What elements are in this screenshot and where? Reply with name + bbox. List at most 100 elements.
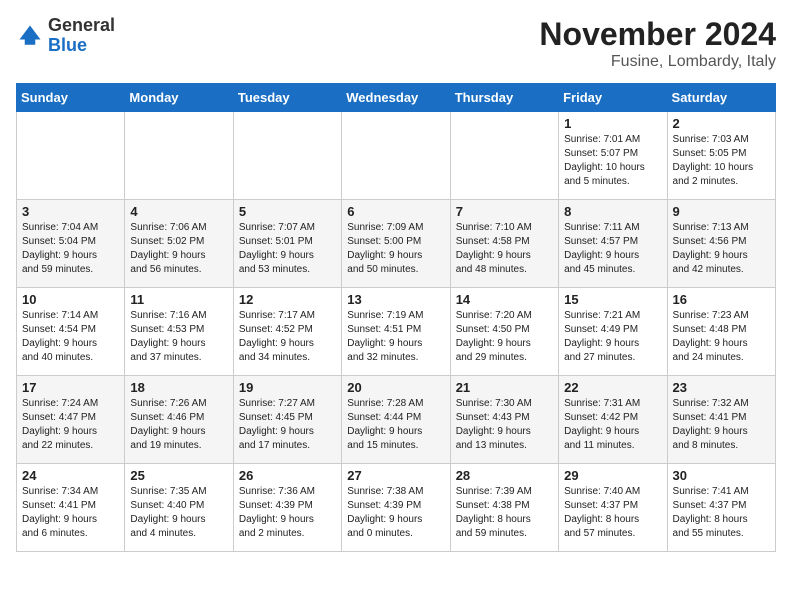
day-number: 6: [347, 204, 444, 219]
day-info: Sunrise: 7:03 AM Sunset: 5:05 PM Dayligh…: [673, 133, 770, 189]
logo-general-text: General: [48, 15, 115, 35]
title-block: November 2024 Fusine, Lombardy, Italy: [539, 16, 776, 71]
calendar-cell: 24 Sunrise: 7:34 AM Sunset: 4:41 PM Dayli…: [17, 464, 125, 552]
day-number: 24: [22, 468, 119, 483]
day-number: 30: [673, 468, 770, 483]
day-info: Sunrise: 7:10 AM Sunset: 4:58 PM Dayligh…: [456, 221, 553, 277]
calendar-cell: 2 Sunrise: 7:03 AM Sunset: 5:05 PM Daylig…: [667, 112, 775, 200]
day-info: Sunrise: 7:31 AM Sunset: 4:42 PM Dayligh…: [564, 397, 661, 453]
day-info: Sunrise: 7:11 AM Sunset: 4:57 PM Dayligh…: [564, 221, 661, 277]
day-number: 1: [564, 116, 661, 131]
day-info: Sunrise: 7:35 AM Sunset: 4:40 PM Dayligh…: [130, 485, 227, 541]
calendar-week-row: 1 Sunrise: 7:01 AM Sunset: 5:07 PM Daylig…: [17, 112, 776, 200]
calendar-cell: 17Sunrise: 7:24 AM Sunset: 4:47 PM Dayli…: [17, 376, 125, 464]
calendar-cell: 20 Sunrise: 7:28 AM Sunset: 4:44 PM Dayli…: [342, 376, 450, 464]
day-number: 9: [673, 204, 770, 219]
day-info: Sunrise: 7:36 AM Sunset: 4:39 PM Dayligh…: [239, 485, 336, 541]
month-title: November 2024: [539, 16, 776, 53]
calendar-cell: 23 Sunrise: 7:32 AM Sunset: 4:41 PM Dayli…: [667, 376, 775, 464]
calendar-cell: 18 Sunrise: 7:26 AM Sunset: 4:46 PM Dayli…: [125, 376, 233, 464]
calendar-cell: 8 Sunrise: 7:11 AM Sunset: 4:57 PM Daylig…: [559, 200, 667, 288]
day-number: 8: [564, 204, 661, 219]
calendar-cell: 16Sunrise: 7:23 AM Sunset: 4:48 PM Dayli…: [667, 288, 775, 376]
calendar-cell: 10Sunrise: 7:14 AM Sunset: 4:54 PM Dayli…: [17, 288, 125, 376]
day-number: 26: [239, 468, 336, 483]
day-number: 18: [130, 380, 227, 395]
day-info: Sunrise: 7:34 AM Sunset: 4:41 PM Dayligh…: [22, 485, 119, 541]
logo-icon: [16, 22, 44, 50]
day-info: Sunrise: 7:40 AM Sunset: 4:37 PM Dayligh…: [564, 485, 661, 541]
day-info: Sunrise: 7:28 AM Sunset: 4:44 PM Dayligh…: [347, 397, 444, 453]
calendar-cell: 14 Sunrise: 7:20 AM Sunset: 4:50 PM Dayli…: [450, 288, 558, 376]
day-info: Sunrise: 7:17 AM Sunset: 4:52 PM Dayligh…: [239, 309, 336, 365]
calendar-cell: 6 Sunrise: 7:09 AM Sunset: 5:00 PM Daylig…: [342, 200, 450, 288]
calendar-cell: 28Sunrise: 7:39 AM Sunset: 4:38 PM Dayli…: [450, 464, 558, 552]
calendar-cell: 1 Sunrise: 7:01 AM Sunset: 5:07 PM Daylig…: [559, 112, 667, 200]
day-number: 29: [564, 468, 661, 483]
day-info: Sunrise: 7:38 AM Sunset: 4:39 PM Dayligh…: [347, 485, 444, 541]
day-info: Sunrise: 7:32 AM Sunset: 4:41 PM Dayligh…: [673, 397, 770, 453]
day-info: Sunrise: 7:06 AM Sunset: 5:02 PM Dayligh…: [130, 221, 227, 277]
calendar-cell: 5Sunrise: 7:07 AM Sunset: 5:01 PM Daylig…: [233, 200, 341, 288]
calendar-week-row: 17Sunrise: 7:24 AM Sunset: 4:47 PM Dayli…: [17, 376, 776, 464]
day-number: 21: [456, 380, 553, 395]
day-number: 20: [347, 380, 444, 395]
weekday-header: Saturday: [667, 84, 775, 112]
weekday-header-row: SundayMondayTuesdayWednesdayThursdayFrid…: [17, 84, 776, 112]
day-info: Sunrise: 7:20 AM Sunset: 4:50 PM Dayligh…: [456, 309, 553, 365]
day-number: 22: [564, 380, 661, 395]
calendar-cell: 29 Sunrise: 7:40 AM Sunset: 4:37 PM Dayli…: [559, 464, 667, 552]
day-number: 23: [673, 380, 770, 395]
day-info: Sunrise: 7:26 AM Sunset: 4:46 PM Dayligh…: [130, 397, 227, 453]
day-number: 2: [673, 116, 770, 131]
calendar-table: SundayMondayTuesdayWednesdayThursdayFrid…: [16, 83, 776, 552]
calendar-week-row: 3 Sunrise: 7:04 AM Sunset: 5:04 PM Daylig…: [17, 200, 776, 288]
weekday-header: Friday: [559, 84, 667, 112]
day-number: 7: [456, 204, 553, 219]
logo-blue-text: Blue: [48, 35, 87, 55]
day-number: 4: [130, 204, 227, 219]
calendar-cell: [125, 112, 233, 200]
calendar-cell: 11 Sunrise: 7:16 AM Sunset: 4:53 PM Dayli…: [125, 288, 233, 376]
calendar-cell: 22 Sunrise: 7:31 AM Sunset: 4:42 PM Dayli…: [559, 376, 667, 464]
calendar-cell: 12Sunrise: 7:17 AM Sunset: 4:52 PM Dayli…: [233, 288, 341, 376]
day-number: 14: [456, 292, 553, 307]
day-number: 3: [22, 204, 119, 219]
day-info: Sunrise: 7:30 AM Sunset: 4:43 PM Dayligh…: [456, 397, 553, 453]
day-info: Sunrise: 7:16 AM Sunset: 4:53 PM Dayligh…: [130, 309, 227, 365]
day-number: 5: [239, 204, 336, 219]
calendar-cell: 3 Sunrise: 7:04 AM Sunset: 5:04 PM Daylig…: [17, 200, 125, 288]
day-number: 19: [239, 380, 336, 395]
weekday-header: Wednesday: [342, 84, 450, 112]
day-info: Sunrise: 7:01 AM Sunset: 5:07 PM Dayligh…: [564, 133, 661, 189]
day-info: Sunrise: 7:39 AM Sunset: 4:38 PM Dayligh…: [456, 485, 553, 541]
weekday-header: Tuesday: [233, 84, 341, 112]
calendar-cell: 7 Sunrise: 7:10 AM Sunset: 4:58 PM Daylig…: [450, 200, 558, 288]
calendar-cell: 21 Sunrise: 7:30 AM Sunset: 4:43 PM Dayli…: [450, 376, 558, 464]
day-number: 16: [673, 292, 770, 307]
calendar-cell: [233, 112, 341, 200]
day-info: Sunrise: 7:09 AM Sunset: 5:00 PM Dayligh…: [347, 221, 444, 277]
weekday-header: Sunday: [17, 84, 125, 112]
calendar-cell: 15Sunrise: 7:21 AM Sunset: 4:49 PM Dayli…: [559, 288, 667, 376]
calendar-cell: [342, 112, 450, 200]
calendar-week-row: 10Sunrise: 7:14 AM Sunset: 4:54 PM Dayli…: [17, 288, 776, 376]
day-number: 15: [564, 292, 661, 307]
weekday-header: Thursday: [450, 84, 558, 112]
calendar-cell: 26 Sunrise: 7:36 AM Sunset: 4:39 PM Dayli…: [233, 464, 341, 552]
day-info: Sunrise: 7:13 AM Sunset: 4:56 PM Dayligh…: [673, 221, 770, 277]
day-number: 25: [130, 468, 227, 483]
calendar-cell: 9 Sunrise: 7:13 AM Sunset: 4:56 PM Daylig…: [667, 200, 775, 288]
calendar-cell: [450, 112, 558, 200]
day-number: 11: [130, 292, 227, 307]
weekday-header: Monday: [125, 84, 233, 112]
day-number: 17: [22, 380, 119, 395]
day-info: Sunrise: 7:04 AM Sunset: 5:04 PM Dayligh…: [22, 221, 119, 277]
page-header: General Blue November 2024 Fusine, Lomba…: [16, 16, 776, 71]
day-number: 13: [347, 292, 444, 307]
calendar-cell: 27Sunrise: 7:38 AM Sunset: 4:39 PM Dayli…: [342, 464, 450, 552]
day-info: Sunrise: 7:27 AM Sunset: 4:45 PM Dayligh…: [239, 397, 336, 453]
calendar-cell: 4 Sunrise: 7:06 AM Sunset: 5:02 PM Daylig…: [125, 200, 233, 288]
logo: General Blue: [16, 16, 115, 56]
calendar-cell: 13Sunrise: 7:19 AM Sunset: 4:51 PM Dayli…: [342, 288, 450, 376]
